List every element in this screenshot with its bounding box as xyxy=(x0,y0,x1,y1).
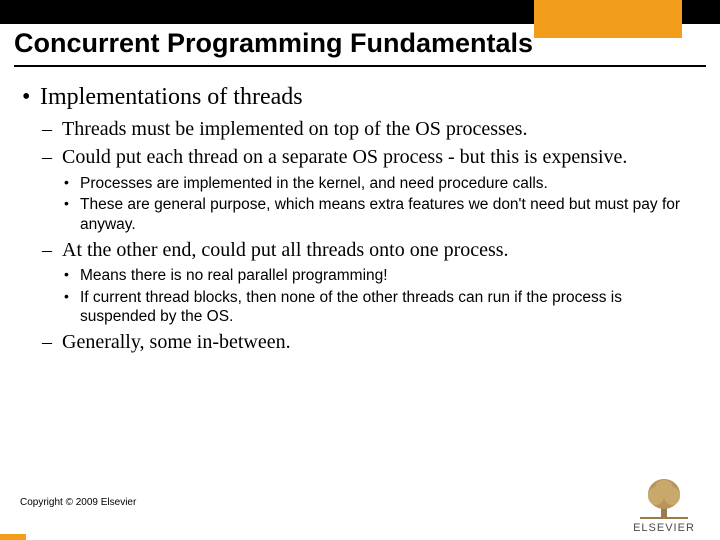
list-item: These are general purpose, which means e… xyxy=(62,195,698,234)
list-item: At the other end, could put all threads … xyxy=(40,238,698,327)
list-item: Generally, some in-between. xyxy=(40,330,698,354)
bullet-text: Could put each thread on a separate OS p… xyxy=(62,146,627,168)
list-item: Processes are implemented in the kernel,… xyxy=(62,174,698,193)
bullet-text: Generally, some in-between. xyxy=(62,331,291,353)
bullet-text: These are general purpose, which means e… xyxy=(80,196,680,232)
slide: Concurrent Programming Fundamentals Impl… xyxy=(0,0,720,540)
bullet-text: Implementations of threads xyxy=(40,84,303,110)
copyright-text: Copyright © 2009 Elsevier xyxy=(20,497,136,508)
bullet-list-lvl3: Means there is no real parallel programm… xyxy=(62,266,698,326)
slide-body: Implementations of threads Threads must … xyxy=(22,84,698,361)
publisher-name: ELSEVIER xyxy=(622,522,706,534)
bullet-text: Means there is no real parallel programm… xyxy=(80,267,388,284)
bullet-text: If current thread blocks, then none of t… xyxy=(80,289,622,325)
list-item: Could put each thread on a separate OS p… xyxy=(40,145,698,234)
bullet-text: Threads must be implemented on top of th… xyxy=(62,118,527,140)
footer-accent xyxy=(0,534,26,540)
list-item: If current thread blocks, then none of t… xyxy=(62,288,698,327)
bullet-list-lvl2: Threads must be implemented on top of th… xyxy=(40,117,698,355)
list-item: Means there is no real parallel programm… xyxy=(62,266,698,285)
list-item: Implementations of threads Threads must … xyxy=(22,84,698,355)
bullet-list-lvl1: Implementations of threads Threads must … xyxy=(22,84,698,355)
publisher-logo: ELSEVIER xyxy=(622,476,706,534)
bullet-text: Processes are implemented in the kernel,… xyxy=(80,175,548,192)
list-item: Threads must be implemented on top of th… xyxy=(40,117,698,141)
bullet-list-lvl3: Processes are implemented in the kernel,… xyxy=(62,174,698,234)
slide-title: Concurrent Programming Fundamentals xyxy=(14,28,706,67)
tree-icon xyxy=(640,476,688,520)
bullet-text: At the other end, could put all threads … xyxy=(62,239,509,261)
